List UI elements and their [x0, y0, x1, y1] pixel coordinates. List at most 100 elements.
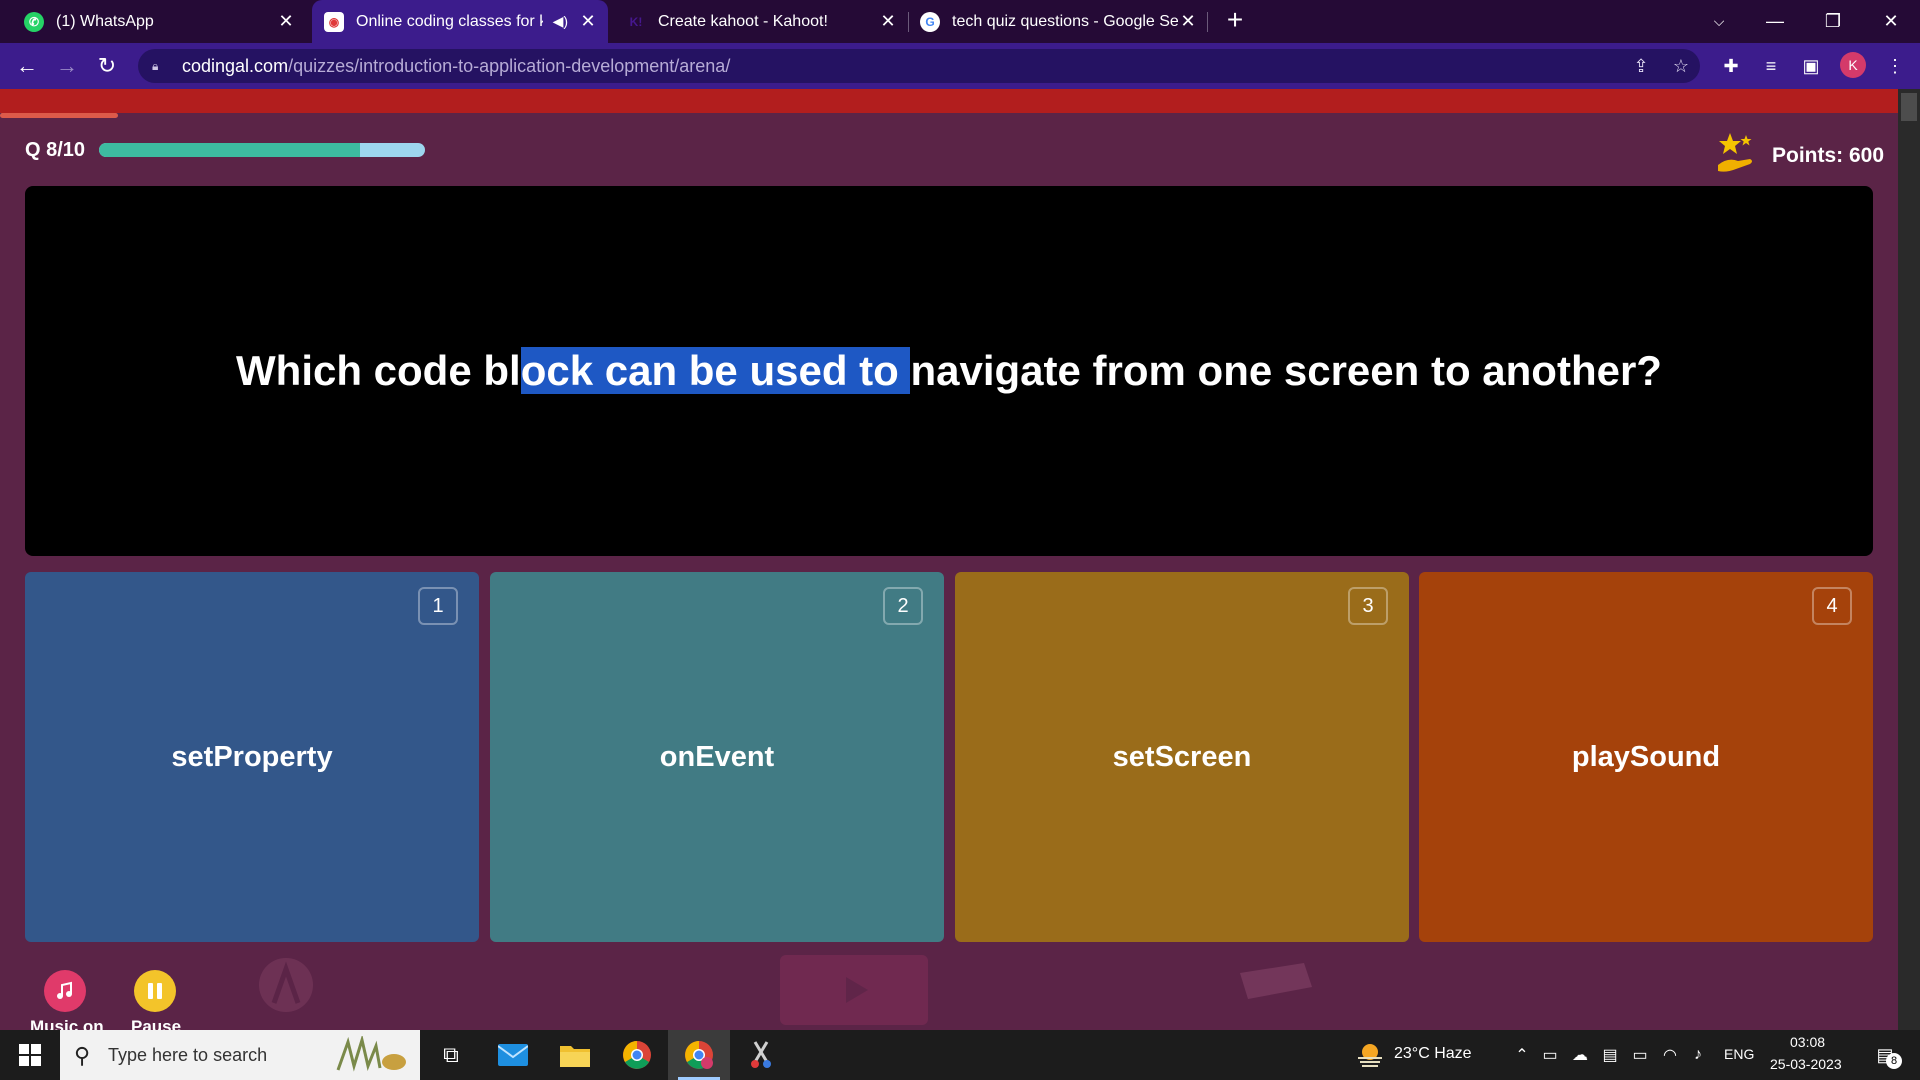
google-icon: G — [920, 11, 940, 32]
pause-label: Pause — [131, 1017, 182, 1030]
play-decoration-icon — [780, 955, 928, 1025]
windows-taskbar: ⚲ Type here to search ⧉ 23°C Haze ⌃ ▭ ☁ … — [0, 1030, 1920, 1080]
top-banner — [0, 89, 1898, 113]
tab-divider — [908, 12, 909, 32]
taskbar-search-box[interactable]: ⚲ Type here to search — [60, 1030, 420, 1080]
answer-option-3[interactable]: 3 setScreen — [955, 572, 1409, 942]
question-text: Which code block can be used to navigate… — [236, 347, 1662, 395]
browser-toolbar: ← → ↻ 🔒︎ codingal.com/quizzes/introducti… — [0, 43, 1920, 89]
answer-option-4[interactable]: 4 playSound — [1419, 572, 1873, 942]
meet-icon[interactable]: ▭ — [1540, 1045, 1560, 1065]
music-toggle-button[interactable] — [44, 970, 86, 1012]
question-text-part: navigate from one screen to another? — [910, 347, 1662, 394]
snipping-tool-button[interactable] — [730, 1030, 792, 1080]
selected-text-highlight: ock can be used to — [520, 347, 911, 394]
chrome-icon — [623, 1041, 651, 1069]
page-scrollbar[interactable] — [1898, 89, 1920, 1030]
controller-decoration-icon — [1240, 963, 1312, 999]
tab-divider — [1207, 12, 1208, 32]
windows-logo-icon — [19, 1044, 41, 1066]
wifi-icon[interactable]: ◠ — [1660, 1045, 1680, 1065]
bookmark-star-icon[interactable]: ☆ — [1664, 49, 1698, 83]
profile-avatar[interactable]: K — [1840, 52, 1866, 78]
search-icon: ⚲ — [74, 1043, 91, 1068]
answer-option-2[interactable]: 2 onEvent — [490, 572, 944, 942]
clock-time[interactable]: 03:08 — [1790, 1034, 1825, 1050]
close-window-button[interactable]: ✕ — [1862, 0, 1920, 43]
tab-title: tech quiz questions - Google Sea — [952, 12, 1178, 30]
tab-search-chevron-icon[interactable]: ⌵ — [1690, 0, 1748, 43]
weather-haze-icon — [1358, 1044, 1382, 1067]
mail-app-button[interactable] — [482, 1030, 544, 1080]
speaker-icon[interactable]: ◀) — [553, 13, 568, 30]
task-view-button[interactable]: ⧉ — [420, 1030, 482, 1080]
tab-codingal[interactable]: ◉ Online coding classes for kid ◀) ✕ — [312, 0, 608, 43]
chrome-app-button[interactable] — [606, 1030, 668, 1080]
search-placeholder: Type here to search — [108, 1044, 268, 1065]
tab-kahoot[interactable]: K! Create kahoot - Kahoot! ✕ — [616, 0, 906, 43]
device-icon[interactable]: ▤ — [1600, 1045, 1620, 1065]
more-menu-icon[interactable]: ⋮ — [1880, 51, 1910, 81]
question-text-part: Which code bl — [236, 347, 521, 394]
music-label: Music on — [30, 1017, 104, 1030]
language-indicator[interactable]: ENG — [1724, 1046, 1754, 1062]
chrome-profile-app-button[interactable] — [668, 1030, 730, 1080]
mail-icon — [498, 1044, 528, 1066]
quiz-progress-bar — [99, 143, 425, 157]
pause-icon — [148, 983, 162, 999]
answer-label: playSound — [1571, 740, 1721, 773]
volume-icon[interactable]: ♪ — [1688, 1045, 1708, 1065]
battery-icon[interactable]: ▭ — [1630, 1045, 1650, 1065]
quiz-progress-fill — [99, 143, 360, 157]
share-icon[interactable]: ⇪ — [1624, 49, 1658, 83]
question-card: Which code block can be used to navigate… — [25, 186, 1873, 556]
search-highlight-image — [336, 1036, 406, 1072]
folder-icon — [560, 1046, 590, 1067]
chrome-profile-icon — [685, 1041, 713, 1069]
file-explorer-button[interactable] — [544, 1030, 606, 1080]
show-hidden-icons-chevron-icon[interactable]: ⌃ — [1512, 1045, 1532, 1065]
answer-number-badge: 2 — [883, 587, 923, 625]
weather-text[interactable]: 23°C Haze — [1394, 1045, 1472, 1063]
answer-option-1[interactable]: 1 setProperty — [25, 572, 479, 942]
scrollbar-thumb[interactable] — [1901, 93, 1917, 121]
url-path: /quizzes/introduction-to-application-dev… — [288, 55, 731, 76]
tab-whatsapp[interactable]: ✆ (1) WhatsApp ✕ — [14, 0, 304, 43]
tab-title: (1) WhatsApp — [56, 12, 154, 30]
back-button[interactable]: ← — [12, 51, 42, 81]
restore-button[interactable]: ❐ — [1804, 0, 1862, 43]
new-tab-button[interactable]: + — [1220, 6, 1250, 36]
quiz-arena-page: Q 8/10 Points: 600 Which code block can … — [0, 89, 1898, 1030]
extensions-puzzle-icon[interactable]: ✚ — [1716, 51, 1746, 81]
whatsapp-icon: ✆ — [24, 11, 44, 32]
reload-button[interactable]: ↻ — [92, 51, 122, 81]
task-view-icon: ⧉ — [443, 1042, 459, 1067]
address-bar[interactable]: 🔒︎ codingal.com/quizzes/introduction-to-… — [138, 49, 1700, 83]
trophy-star-icon — [1718, 133, 1752, 172]
pause-button[interactable] — [134, 970, 176, 1012]
tab-google[interactable]: G tech quiz questions - Google Sea ✕ — [916, 0, 1206, 43]
answer-label: setProperty — [171, 740, 333, 773]
answer-number-badge: 4 — [1812, 587, 1852, 625]
minimize-button[interactable]: — — [1746, 0, 1804, 43]
clock-date[interactable]: 25-03-2023 — [1770, 1056, 1842, 1072]
notifications-icon[interactable]: ▤ 8 — [1870, 1045, 1902, 1069]
onedrive-cloud-icon[interactable]: ☁ — [1570, 1045, 1590, 1065]
url-host: codingal.com — [182, 55, 289, 76]
close-tab-icon[interactable]: ✕ — [1178, 11, 1198, 32]
forward-button[interactable]: → — [52, 51, 82, 81]
lock-icon[interactable]: 🔒︎ — [152, 59, 166, 73]
answer-number-badge: 3 — [1348, 587, 1388, 625]
tab-title: Create kahoot - Kahoot! — [658, 12, 828, 30]
close-tab-icon[interactable]: ✕ — [276, 11, 296, 32]
close-tab-icon[interactable]: ✕ — [578, 11, 598, 32]
notification-count-badge: 8 — [1886, 1053, 1902, 1069]
android-studio-decoration-icon — [259, 958, 313, 1012]
kahoot-icon: K! — [629, 14, 643, 29]
start-button[interactable] — [0, 1030, 60, 1080]
tab-title: Online coding classes for kid — [356, 12, 543, 30]
media-control-icon[interactable]: ≡ — [1756, 51, 1786, 81]
close-tab-icon[interactable]: ✕ — [878, 11, 898, 32]
side-panel-icon[interactable]: ▣ — [1796, 51, 1826, 81]
question-counter: Q 8/10 — [25, 139, 86, 161]
